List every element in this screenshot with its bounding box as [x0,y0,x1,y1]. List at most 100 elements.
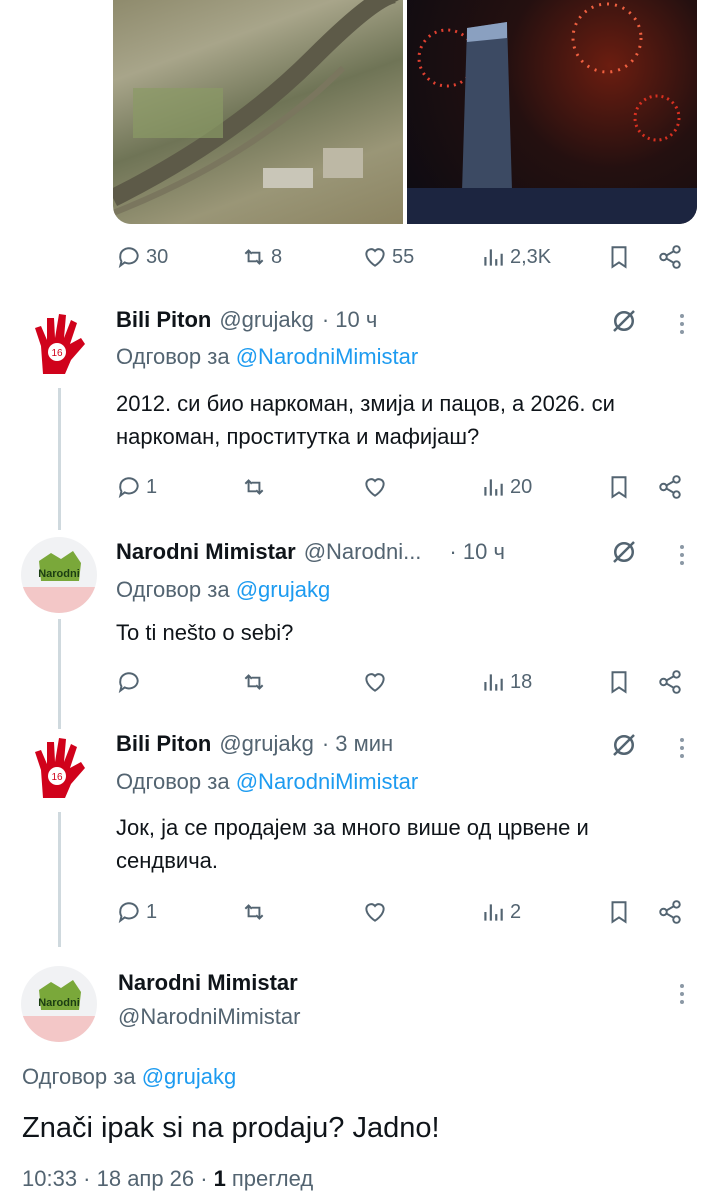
tweet-text: To ti nešto o sebi? [116,620,294,645]
timestamp[interactable]: · 10 ч [449,539,504,565]
display-name[interactable]: Bili Piton [116,731,211,757]
views-icon [484,904,503,921]
display-name[interactable]: Narodni Mimistar [118,970,298,996]
more-icon[interactable] [680,738,684,758]
repost-button[interactable] [241,474,267,500]
reply-prefix: Одговор за [22,1064,136,1089]
like-button[interactable] [362,669,388,695]
avatar-label: 16 [51,348,63,359]
avatar-label: Narodni [38,568,80,580]
focused-meta: 10:33 · 18 апр 26 · 1 преглед [22,1166,313,1192]
reply-to-handle[interactable]: @grujakg [236,577,331,602]
grok-button[interactable] [609,537,639,567]
repost-icon [244,479,264,495]
focused-tweet-text: Znači ipak si na prodaju? Jadno! [22,1112,440,1144]
reply-icon [118,902,139,924]
like-count: 55 [392,245,415,268]
grok-button[interactable] [609,730,639,760]
reply-to-handle[interactable]: @NarodniMimistar [236,769,418,794]
views-count: 2,3K [510,245,552,268]
heart-icon [365,903,385,922]
views-button[interactable]: 18 [480,669,532,695]
fireworks-photo[interactable] [407,0,697,224]
timestamp[interactable]: 10:33 · 18 апр 26 · [22,1166,208,1192]
reply-to-line: Одговор за @grujakg [22,1064,236,1090]
views-icon [484,479,503,496]
share-button[interactable] [657,669,683,695]
heart-icon [365,673,385,692]
like-button[interactable]: 55 [362,244,414,270]
like-button[interactable] [362,474,388,500]
avatar-label: 16 [51,772,63,783]
bookmark-button[interactable] [606,669,632,695]
views-button[interactable]: 2,3K [480,244,551,270]
timestamp[interactable]: · 10 ч [322,307,377,333]
reply-button[interactable]: 1 [116,474,157,500]
reply-prefix: Одговор за [116,769,230,794]
thread-line [58,619,61,729]
grok-button[interactable] [609,306,639,336]
bookmark-icon [611,246,627,269]
reply-to-handle[interactable]: @grujakg [142,1064,237,1089]
thread-line [58,388,61,530]
tweet-header: Bili Piton @grujakg · 3 мин [116,731,393,757]
reply-button[interactable]: 1 [116,899,157,925]
share-icon [659,475,681,499]
share-button[interactable] [657,899,683,925]
repost-button[interactable] [241,899,267,925]
reply-icon [118,247,139,269]
reply-to-line: Одговор за @grujakg [116,577,330,603]
share-icon [659,245,681,269]
reply-to-handle[interactable]: @NarodniMimistar [236,344,418,369]
grok-icon [613,541,635,563]
handle[interactable]: @NarodniMimistar [118,1004,300,1030]
post-media[interactable] [113,0,697,224]
reply-to-line: Одговор за @NarodniMimistar [116,344,418,370]
display-name[interactable]: Narodni Mimistar [116,539,296,565]
heart-icon [365,478,385,497]
share-button[interactable] [657,474,683,500]
reply-prefix: Одговор за [116,344,230,369]
heart-icon [365,248,385,267]
views-label: преглед [231,1166,314,1191]
bookmark-button[interactable] [606,899,632,925]
display-name[interactable]: Bili Piton [116,307,211,333]
reply-button[interactable] [116,669,142,695]
tweet-text: 2012. си био наркоман, змија и пацов, а … [116,391,615,449]
more-icon[interactable] [680,545,684,565]
avatar[interactable]: Narodni [21,966,97,1042]
timestamp[interactable]: · 3 мин [322,731,393,757]
handle[interactable]: @grujakg [219,307,314,333]
more-icon[interactable] [680,984,684,1004]
repost-count: 8 [271,245,283,268]
share-button[interactable] [657,244,683,270]
repost-icon [244,674,264,690]
views-count: 1 [213,1166,226,1191]
views-button[interactable]: 20 [480,474,532,500]
railway-photo[interactable] [113,0,403,224]
share-icon [659,900,681,924]
repost-button[interactable]: 8 [241,244,282,270]
thread-line [58,812,61,947]
repost-button[interactable] [241,669,267,695]
tweet-header: Bili Piton @grujakg · 10 ч [116,307,377,333]
reply-icon [118,477,139,499]
avatar-label: Narodni [38,997,80,1009]
grok-icon [613,310,635,332]
repost-icon [244,249,264,265]
like-button[interactable] [362,899,388,925]
views-button[interactable]: 2 [480,899,521,925]
avatar[interactable]: 16 [21,306,97,382]
reply-count: 30 [146,245,169,268]
reply-button[interactable]: 30 [116,244,168,270]
reply-to-line: Одговор за @NarodniMimistar [116,769,418,795]
bookmark-button[interactable] [606,244,632,270]
avatar[interactable]: 16 [21,730,97,806]
share-icon [659,670,681,694]
views-icon [484,674,503,691]
avatar[interactable]: Narodni [21,537,97,613]
handle[interactable]: @Narodni... [304,539,422,565]
more-icon[interactable] [680,314,684,334]
bookmark-button[interactable] [606,474,632,500]
handle[interactable]: @grujakg [219,731,314,757]
